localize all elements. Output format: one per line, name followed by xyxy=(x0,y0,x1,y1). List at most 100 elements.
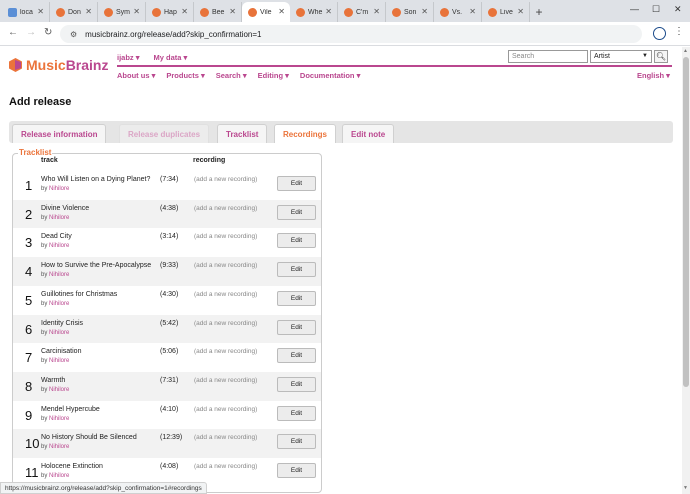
edit-recording-button[interactable]: Edit xyxy=(277,376,316,392)
tab-recordings[interactable]: Recordings xyxy=(274,124,337,143)
by-label: by xyxy=(41,272,48,279)
browser-tab-title: Don xyxy=(68,8,81,16)
close-tab-icon[interactable]: ✕ xyxy=(421,7,428,16)
search-button[interactable]: 🔍︎ xyxy=(654,50,668,63)
browser-tab[interactable]: Whe ✕ xyxy=(290,2,338,22)
edit-recording-button[interactable]: Edit xyxy=(277,176,316,191)
close-tab-icon[interactable]: ✕ xyxy=(37,7,44,16)
profile-icon[interactable] xyxy=(653,27,666,40)
url-field[interactable]: ⚙ musicbrainz.org/release/add?skip_confi… xyxy=(60,25,642,43)
page-title: Add release xyxy=(9,96,72,108)
minimize-icon[interactable]: — xyxy=(630,4,639,14)
artist-link[interactable]: Nihilore xyxy=(49,215,69,221)
edit-recording-button[interactable]: Edit xyxy=(277,290,316,306)
user-menu[interactable]: ijabz ▾ xyxy=(117,53,140,62)
forward-icon[interactable]: → xyxy=(26,27,36,38)
close-tab-icon[interactable]: ✕ xyxy=(85,7,92,16)
browser-tab[interactable]: C'm ✕ xyxy=(338,2,386,22)
edit-recording-button[interactable]: Edit xyxy=(277,319,316,335)
edit-recording-button[interactable]: Edit xyxy=(277,434,316,450)
close-tab-icon[interactable]: ✕ xyxy=(517,7,524,16)
maximize-icon[interactable]: ☐ xyxy=(652,4,660,15)
menu-item[interactable]: Editing ▾ xyxy=(258,71,289,80)
browser-tab[interactable]: Bee ✕ xyxy=(194,2,242,22)
artist-link[interactable]: Nihilore xyxy=(49,416,69,422)
artist-link[interactable]: Nihilore xyxy=(49,473,69,479)
close-window-icon[interactable]: ✕ xyxy=(674,4,682,15)
artist-link[interactable]: Nihilore xyxy=(49,358,69,364)
menu-item[interactable]: Documentation ▾ xyxy=(300,71,360,80)
page-scrollbar[interactable]: ▲ ▼ xyxy=(682,47,690,494)
menu-icon[interactable]: ⋮ xyxy=(674,26,684,37)
edit-recording-button[interactable]: Edit xyxy=(277,405,316,421)
track-artist-credit: by Nihilore xyxy=(41,215,69,221)
table-row: 7 Carcinisation by Nihilore (5:06) (add a ne… xyxy=(13,343,321,372)
language-menu[interactable]: English ▾ xyxy=(637,71,670,80)
browser-tab[interactable]: Sym ✕ xyxy=(98,2,146,22)
browser-tab[interactable]: Live ✕ xyxy=(482,2,530,22)
back-icon[interactable]: ← xyxy=(8,27,18,38)
musicbrainz-logo[interactable]: MusicBrainz xyxy=(9,57,108,73)
language-label: English xyxy=(637,71,665,80)
scroll-down-icon[interactable]: ▼ xyxy=(683,485,688,491)
tab-release-information[interactable]: Release information xyxy=(12,124,107,143)
table-row: 4 How to Survive the Pre-Apocalypse by Nih… xyxy=(13,257,321,286)
browser-tab[interactable]: Don ✕ xyxy=(50,2,98,22)
track-number: 3 xyxy=(25,235,33,251)
release-editor-tabs: Release information Release duplicates Tra… xyxy=(9,121,673,143)
close-tab-icon[interactable]: ✕ xyxy=(373,7,380,16)
user-bar: ijabz ▾ My data ▾ xyxy=(117,53,187,62)
by-label: by xyxy=(41,300,48,307)
browser-tab[interactable]: loca ✕ xyxy=(2,2,50,22)
track-title: Dead City xyxy=(41,233,72,241)
close-tab-icon[interactable]: ✕ xyxy=(133,7,140,16)
edit-recording-button[interactable]: Edit xyxy=(277,463,316,478)
track-number: 6 xyxy=(25,321,33,337)
search-input[interactable]: Search xyxy=(508,50,588,63)
tab-edit-note[interactable]: Edit note xyxy=(342,124,395,143)
site-info-icon[interactable]: ⚙ xyxy=(70,30,77,39)
scrollbar-thumb[interactable] xyxy=(683,57,689,387)
browser-tab[interactable]: Son ✕ xyxy=(386,2,434,22)
menu-item[interactable]: Search ▾ xyxy=(216,71,247,80)
search-type-select[interactable]: Artist ▼ xyxy=(590,50,652,63)
artist-link[interactable]: Nihilore xyxy=(49,444,69,450)
reload-icon[interactable]: ↻ xyxy=(44,27,52,38)
artist-link[interactable]: Nihilore xyxy=(49,330,69,336)
artist-link[interactable]: Nihilore xyxy=(49,301,69,307)
my-data-menu[interactable]: My data ▾ xyxy=(154,53,188,62)
logo-brainz-text: Brainz xyxy=(65,57,109,73)
track-artist-credit: by Nihilore xyxy=(41,358,69,364)
edit-recording-button[interactable]: Edit xyxy=(277,262,316,278)
close-tab-icon[interactable]: ✕ xyxy=(469,7,476,16)
browser-tab[interactable]: Hap ✕ xyxy=(146,2,194,22)
table-row: 9 Mendel Hypercube by Nihilore (4:10) (add a… xyxy=(13,401,321,430)
close-tab-icon[interactable]: ✕ xyxy=(325,7,332,16)
close-tab-icon[interactable]: ✕ xyxy=(278,7,285,16)
artist-link[interactable]: Nihilore xyxy=(49,272,69,278)
close-tab-icon[interactable]: ✕ xyxy=(229,7,236,16)
menu-item[interactable]: Products ▾ xyxy=(166,71,204,80)
browser-tab[interactable]: Vs. ✕ xyxy=(434,2,482,22)
browser-tab[interactable]: Vile ✕ xyxy=(242,2,290,22)
edit-recording-button[interactable]: Edit xyxy=(277,348,316,364)
edit-recording-button[interactable]: Edit xyxy=(277,233,316,249)
tab-tracklist[interactable]: Tracklist xyxy=(217,124,268,143)
scroll-up-icon[interactable]: ▲ xyxy=(683,48,688,54)
by-label: by xyxy=(41,186,48,192)
edit-recording-button[interactable]: Edit xyxy=(277,204,316,220)
track-length: (5:42) xyxy=(160,319,179,327)
menu-item[interactable]: About us ▾ xyxy=(117,71,155,80)
by-label: by xyxy=(41,358,48,365)
musicbrainz-icon xyxy=(248,7,257,17)
recording-status: (add a new recording) xyxy=(194,463,258,470)
close-tab-icon[interactable]: ✕ xyxy=(181,7,188,16)
artist-link[interactable]: Nihilore xyxy=(49,243,69,249)
search-placeholder: Search xyxy=(512,53,535,60)
artist-link[interactable]: Nihilore xyxy=(49,387,69,393)
by-label: by xyxy=(41,329,48,336)
artist-link[interactable]: Nihilore xyxy=(49,186,69,192)
track-artist-credit: by Nihilore xyxy=(41,444,69,450)
new-tab-button[interactable]: + xyxy=(530,2,548,22)
by-label: by xyxy=(41,415,48,422)
